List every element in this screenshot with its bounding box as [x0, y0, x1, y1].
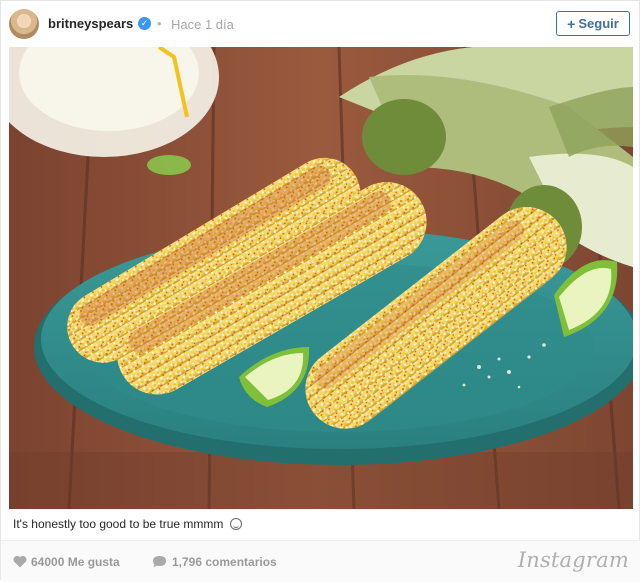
instagram-embed: britneyspears ✓ • Hace 1 día + Seguir It… — [0, 0, 640, 582]
instagram-logo[interactable]: Instagram — [518, 548, 629, 572]
separator-dot: • — [157, 16, 162, 31]
avatar[interactable] — [9, 9, 39, 39]
post-image[interactable] — [9, 47, 633, 509]
verified-badge-icon: ✓ — [138, 17, 151, 30]
corn-photo — [9, 47, 633, 509]
follow-button[interactable]: + Seguir — [556, 11, 630, 36]
username-link[interactable]: britneyspears — [48, 16, 133, 31]
comments-count[interactable]: 1,796 comentarios — [172, 555, 277, 569]
caption-text: It's honestly too good to be true mmmm — [13, 517, 224, 531]
post-header: britneyspears ✓ • Hace 1 día + Seguir — [1, 1, 640, 47]
likes-count[interactable]: 64000 Me gusta — [31, 555, 120, 569]
smile-emoji-icon — [229, 518, 242, 530]
plus-icon: + — [567, 15, 576, 32]
post-timestamp[interactable]: Hace 1 día — [171, 17, 234, 32]
post-footer: 64000 Me gusta 1,796 comentarios Instagr… — [1, 540, 640, 582]
follow-label: Seguir — [578, 16, 619, 31]
post-caption: It's honestly too good to be true mmmm — [13, 517, 242, 531]
comment-icon[interactable] — [152, 555, 167, 568]
heart-icon[interactable] — [13, 555, 27, 568]
